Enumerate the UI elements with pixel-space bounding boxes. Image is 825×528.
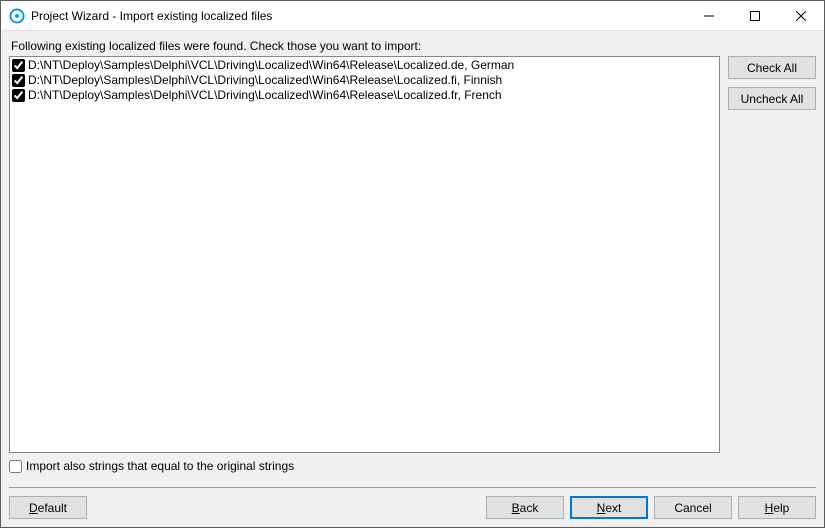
file-list-item[interactable]: D:\NT\Deploy\Samples\Delphi\VCL\Driving\… [12, 88, 719, 103]
file-label: D:\NT\Deploy\Samples\Delphi\VCL\Driving\… [28, 73, 502, 88]
app-icon [9, 8, 25, 24]
instruction-label: Following existing localized files were … [9, 39, 816, 53]
window-controls [686, 1, 824, 30]
window-title: Project Wizard - Import existing localiz… [31, 9, 686, 23]
content-area: Following existing localized files were … [1, 31, 824, 527]
main-row: D:\NT\Deploy\Samples\Delphi\VCL\Driving\… [9, 56, 816, 453]
file-checkbox[interactable] [12, 89, 25, 102]
import-equal-row: Import also strings that equal to the or… [9, 459, 816, 473]
cancel-button[interactable]: Cancel [654, 496, 732, 519]
footer: Default Back Next Cancel Help [9, 487, 816, 519]
file-label: D:\NT\Deploy\Samples\Delphi\VCL\Driving\… [28, 88, 502, 103]
import-equal-checkbox[interactable] [9, 460, 22, 473]
file-checkbox[interactable] [12, 74, 25, 87]
import-equal-label[interactable]: Import also strings that equal to the or… [26, 459, 294, 473]
file-list[interactable]: D:\NT\Deploy\Samples\Delphi\VCL\Driving\… [9, 56, 720, 453]
check-all-button[interactable]: Check All [728, 56, 816, 79]
help-button[interactable]: Help [738, 496, 816, 519]
close-button[interactable] [778, 1, 824, 30]
minimize-button[interactable] [686, 1, 732, 30]
default-button[interactable]: Default [9, 496, 87, 519]
file-list-item[interactable]: D:\NT\Deploy\Samples\Delphi\VCL\Driving\… [12, 58, 719, 73]
maximize-button[interactable] [732, 1, 778, 30]
file-list-item[interactable]: D:\NT\Deploy\Samples\Delphi\VCL\Driving\… [12, 73, 719, 88]
titlebar: Project Wizard - Import existing localiz… [1, 1, 824, 31]
back-button[interactable]: Back [486, 496, 564, 519]
file-label: D:\NT\Deploy\Samples\Delphi\VCL\Driving\… [28, 58, 514, 73]
side-buttons: Check All Uncheck All [728, 56, 816, 453]
next-button[interactable]: Next [570, 496, 648, 519]
file-checkbox[interactable] [12, 59, 25, 72]
uncheck-all-button[interactable]: Uncheck All [728, 87, 816, 110]
